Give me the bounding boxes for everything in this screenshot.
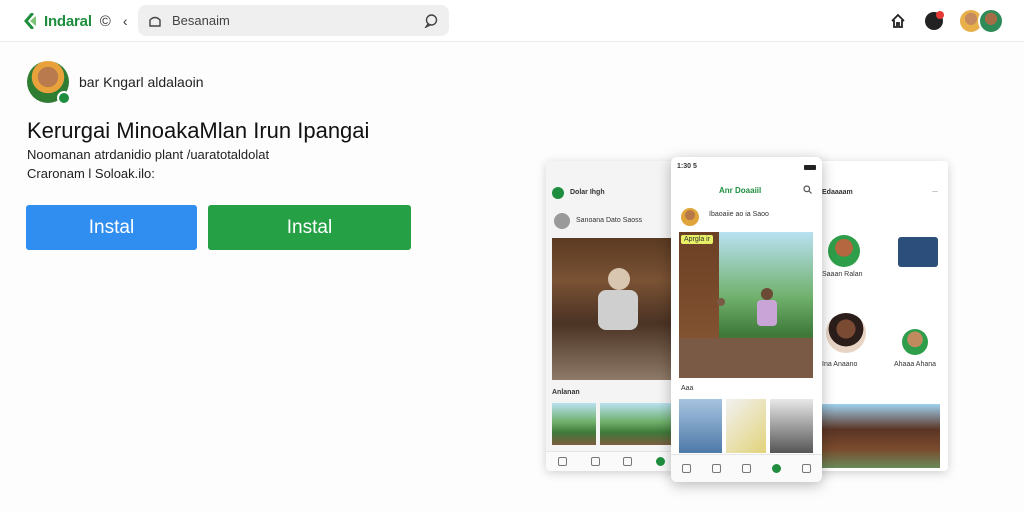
thumbnail-image[interactable] [898,237,938,267]
bottom-nav [671,454,822,482]
home-icon[interactable] [557,457,567,466]
chevron-left-icon[interactable]: ‹ [123,13,128,29]
avatar [554,213,570,229]
search-icon[interactable] [590,457,600,466]
post-title: Ibaoaiie ao ia Saoo [709,211,769,218]
home-icon[interactable] [681,464,691,473]
phone-mockup-center: 1:30 5 Anr Doaaiil Ibaoaiie ao ia Saoo A… [671,157,822,482]
search-icon[interactable] [803,185,812,194]
screen-title: Edaaaam [822,189,853,196]
bottom-nav [546,451,677,471]
search-bar[interactable]: Besanaim [138,5,449,36]
post-image[interactable] [679,232,813,378]
avatar[interactable] [978,8,1004,34]
search-input[interactable]: Besanaim [172,13,424,28]
home-icon[interactable] [886,9,910,33]
avatar [681,208,699,226]
row-label: Aaa [681,385,694,392]
post-image[interactable] [822,404,940,468]
profile-row[interactable]: bar Kngarl aldalaoin [27,61,204,105]
profile-name: bar Kngarl aldalaoin [79,74,204,90]
tag-badge: Aprgla ir [681,235,714,244]
more-icon[interactable]: ... [932,187,938,194]
app-title: Anr Doaaiil [719,186,762,195]
leaf-logo-icon [24,13,36,29]
thumbnail-image[interactable] [552,403,596,445]
search-icon [149,16,161,27]
avatar[interactable] [828,235,860,267]
section-label: Anlanan [552,389,580,396]
notification-icon[interactable] [922,9,946,33]
battery-icon [804,165,816,170]
thumbnail-image[interactable] [679,399,722,453]
profile-icon[interactable] [802,464,812,473]
account-avatars[interactable] [958,8,1004,34]
avatar[interactable] [902,329,928,355]
item-label: Ahaaa Ahana [894,361,937,368]
item-label: Saaan Ralan [822,271,863,278]
status-time: 1:30 5 [677,163,697,170]
description-line: Noomanan atrdanidio plant /uaratotaldola… [27,147,270,162]
page-title: Kerurgai MinoakaMlan Irun Ipangai [27,118,370,143]
screen-title: Dolar Ihgh [570,189,605,196]
brand-extra: © [99,12,111,30]
search-icon[interactable] [711,464,721,473]
top-right-actions [886,7,1004,35]
avatar[interactable] [826,313,866,353]
chat-bubble-icon[interactable] [424,13,439,28]
install-button-green[interactable]: Instal [208,205,411,250]
bookmark-icon[interactable] [623,457,633,466]
top-bar: Indaral © ‹ Besanaim [0,0,1024,42]
profile-icon[interactable] [656,457,666,466]
item-label: Ina Anaano [822,361,858,368]
phone-mockup-left: Dolar Ihgh Sanoana Dato Saoss Anlanan [546,161,677,471]
verified-badge-icon [57,91,71,105]
phone-mockup-right: Edaaaam ... Saaan Ralan Ina Anaano Ahaaa… [814,161,948,471]
thumbnail-image[interactable] [600,403,672,445]
thumbnail-image[interactable] [726,399,766,453]
app-logo-icon [552,187,564,199]
thumbnail-image[interactable] [770,399,813,453]
post-title: Sanoana Dato Saoss [576,217,643,224]
bookmark-icon[interactable] [741,464,751,473]
add-icon[interactable] [772,464,782,473]
post-image[interactable] [552,238,671,380]
brand-name: Indaral [44,12,92,30]
brand[interactable]: Indaral © ‹ [24,10,128,32]
description-line: Craronam l Soloak.ilo: [27,166,155,181]
install-button-blue[interactable]: Instal [26,205,197,250]
avatar [27,61,71,105]
